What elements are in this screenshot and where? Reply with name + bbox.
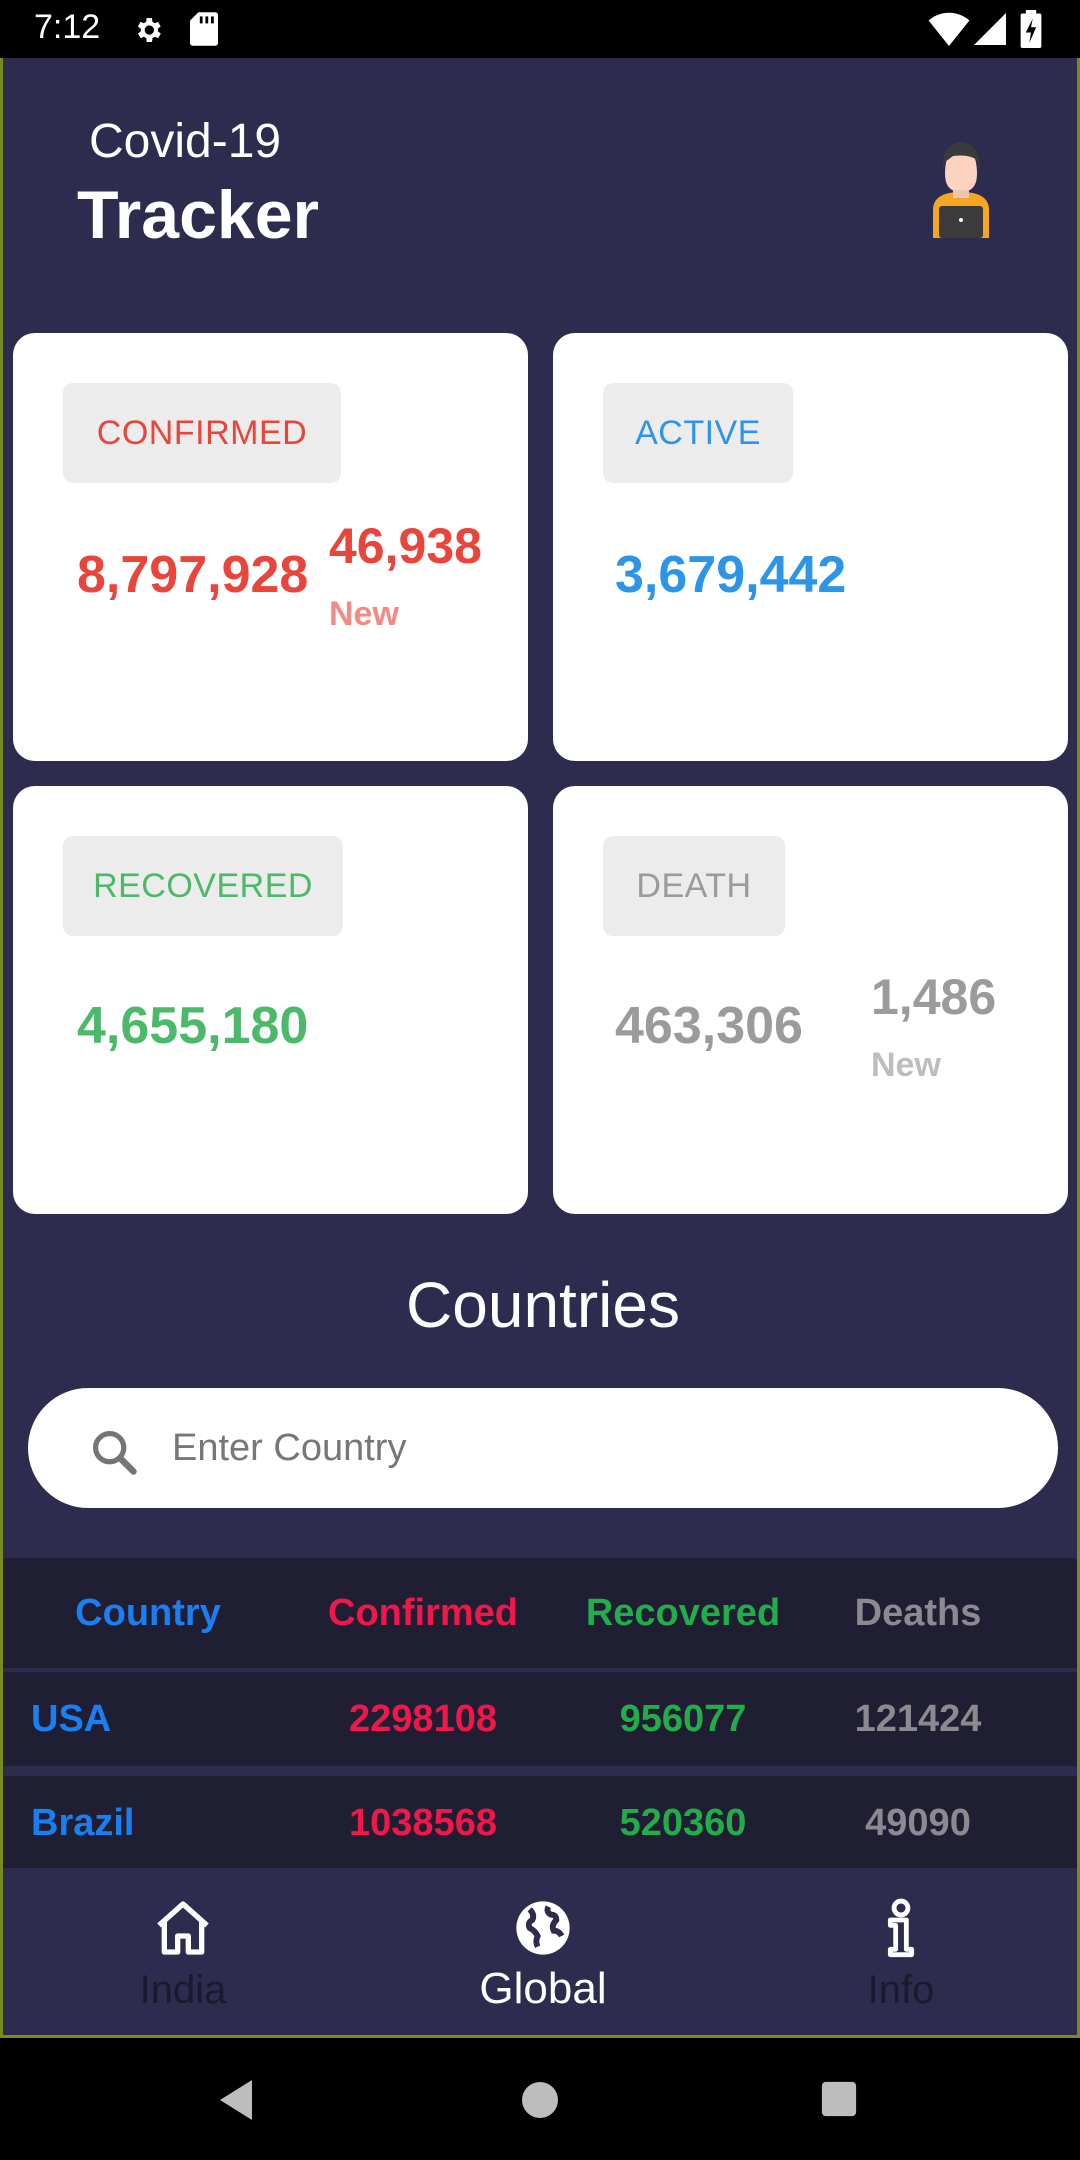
confirmed-label: CONFIRMED <box>63 383 341 483</box>
confirmed-card: CONFIRMED 8,797,928 46,938 New <box>13 333 528 761</box>
nav-item-info[interactable]: Info <box>751 1868 1051 2035</box>
home-button-icon[interactable] <box>520 2080 560 2120</box>
recovered-card: RECOVERED 4,655,180 <box>13 786 528 1214</box>
row-deaths: 121424 <box>854 1697 982 1740</box>
countries-title: Countries <box>406 1269 680 1341</box>
countries-table: Country Confirmed Recovered Deaths USA 2… <box>3 1558 1077 1880</box>
row-recovered: 956077 <box>619 1697 747 1740</box>
signal-icon <box>974 13 1006 45</box>
row-confirmed: 2298108 <box>349 1697 497 1740</box>
search-icon <box>92 1430 137 1475</box>
death-card: DEATH 463,306 1,486 New <box>553 786 1068 1214</box>
avatar-icon[interactable] <box>923 134 999 238</box>
column-header-deaths[interactable]: Deaths <box>803 1558 1033 1668</box>
back-icon[interactable] <box>216 2078 256 2122</box>
wifi-icon <box>928 12 970 46</box>
table-header: Country Confirmed Recovered Deaths <box>3 1558 1077 1672</box>
system-navigation-bar <box>0 2038 1080 2160</box>
battery-icon <box>1020 10 1042 48</box>
active-total: 3,679,442 <box>615 546 847 604</box>
home-icon <box>157 1901 209 1955</box>
row-recovered: 520360 <box>619 1801 747 1844</box>
app-screen: Covid-19 Tracker CONFIRMED 8,797,928 46,… <box>0 58 1080 2038</box>
death-label: DEATH <box>603 836 785 936</box>
column-header-recovered[interactable]: Recovered <box>563 1558 803 1668</box>
active-label: ACTIVE <box>603 383 793 483</box>
nav-label-global: Global <box>479 1964 607 2013</box>
nav-item-india[interactable]: India <box>33 1868 333 2035</box>
death-new: 1,486 <box>871 969 997 1025</box>
search-input[interactable] <box>172 1408 1012 1488</box>
confirmed-new-label: New <box>329 595 399 633</box>
death-total: 463,306 <box>615 997 803 1055</box>
death-new-label: New <box>871 1046 941 1084</box>
nav-label-info: Info <box>867 1968 935 2012</box>
table-row[interactable]: USA 2298108 956077 121424 <box>3 1672 1077 1776</box>
status-time: 7:12 <box>34 8 101 46</box>
bottom-navigation: India Global Info <box>3 1868 1077 2035</box>
confirmed-total: 8,797,928 <box>77 546 309 604</box>
settings-icon <box>137 18 161 42</box>
nav-label-india: India <box>139 1968 227 2012</box>
column-header-country[interactable]: Country <box>3 1558 293 1668</box>
recents-icon[interactable] <box>820 2080 858 2118</box>
recovered-label: RECOVERED <box>63 836 343 936</box>
sd-card-icon <box>190 12 218 46</box>
row-country: USA <box>31 1697 112 1740</box>
row-deaths: 49090 <box>865 1801 971 1844</box>
status-bar: 7:12 <box>0 0 1080 58</box>
column-header-confirmed[interactable]: Confirmed <box>283 1558 563 1668</box>
table-row[interactable]: Brazil 1038568 520360 49090 <box>3 1776 1077 1880</box>
globe-icon <box>516 1901 570 1955</box>
app-title-big: Tracker <box>77 177 319 253</box>
row-country: Brazil <box>31 1801 135 1844</box>
app-header: Covid-19 Tracker <box>3 58 1077 328</box>
row-confirmed: 1038568 <box>349 1801 497 1844</box>
active-card: ACTIVE 3,679,442 <box>553 333 1068 761</box>
app-title-small: Covid-19 <box>89 115 282 168</box>
confirmed-new: 46,938 <box>329 518 482 574</box>
recovered-total: 4,655,180 <box>77 997 309 1055</box>
info-icon <box>887 1898 915 1958</box>
nav-item-global[interactable]: Global <box>393 1868 693 2035</box>
country-search-bar[interactable] <box>28 1388 1058 1508</box>
